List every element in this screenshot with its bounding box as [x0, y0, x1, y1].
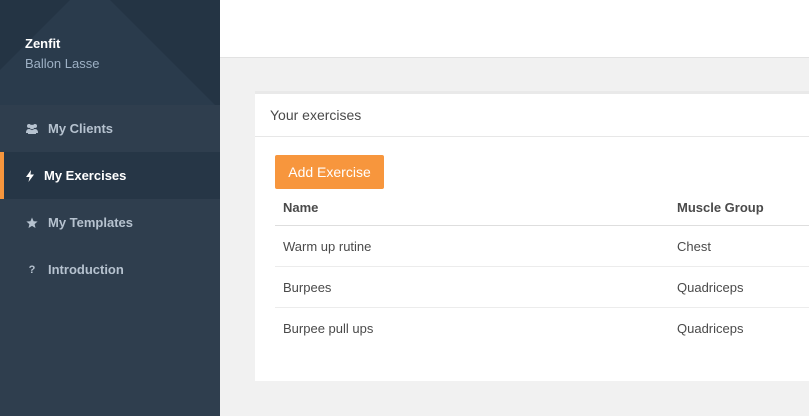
- panel-title: Your exercises: [255, 94, 809, 137]
- users-icon: [24, 123, 40, 134]
- muscle-group: Quadriceps: [669, 266, 809, 308]
- column-header-name[interactable]: Name: [275, 190, 669, 226]
- table-row[interactable]: Burpees Quadriceps: [275, 266, 809, 308]
- table-row[interactable]: Burpee pull ups Quadriceps: [275, 308, 809, 349]
- sidebar-item-my-templates[interactable]: My Templates: [0, 199, 220, 246]
- sidebar-item-label: My Clients: [48, 121, 114, 136]
- question-icon: ?: [28, 263, 36, 276]
- exercises-panel: Your exercises Add Exercise Name Muscle …: [255, 91, 809, 381]
- table-header-row: Name Muscle Group: [275, 190, 809, 226]
- star-icon: [24, 217, 40, 229]
- sidebar-item-my-clients[interactable]: My Clients: [0, 105, 220, 152]
- sidebar: Zenfit Ballon Lasse My Clients My Exerci…: [0, 0, 220, 416]
- exercise-name[interactable]: Burpees: [275, 266, 669, 308]
- column-header-muscle-group[interactable]: Muscle Group: [669, 190, 809, 226]
- brand-header: Zenfit Ballon Lasse: [0, 0, 220, 105]
- add-exercise-button[interactable]: Add Exercise: [275, 155, 384, 189]
- sidebar-item-label: Introduction: [48, 262, 124, 277]
- top-bar: [220, 0, 809, 58]
- exercise-name[interactable]: Warm up rutine: [275, 225, 669, 267]
- exercises-table: Name Muscle Group Warm up rutine Chest B…: [275, 190, 809, 348]
- app-name: Zenfit: [25, 36, 61, 51]
- muscle-group: Quadriceps: [677, 320, 744, 336]
- sidebar-item-introduction[interactable]: ? Introduction: [0, 246, 220, 293]
- sidebar-item-my-exercises[interactable]: My Exercises: [0, 152, 220, 199]
- sidebar-item-label: My Templates: [48, 215, 134, 230]
- table-row[interactable]: Warm up rutine Chest: [275, 225, 809, 267]
- exercise-name[interactable]: Burpee pull ups: [275, 308, 669, 349]
- bolt-icon: [22, 169, 38, 182]
- user-name: Ballon Lasse: [25, 56, 100, 71]
- sidebar-item-label: My Exercises: [44, 168, 127, 183]
- muscle-group: Chest: [669, 225, 809, 267]
